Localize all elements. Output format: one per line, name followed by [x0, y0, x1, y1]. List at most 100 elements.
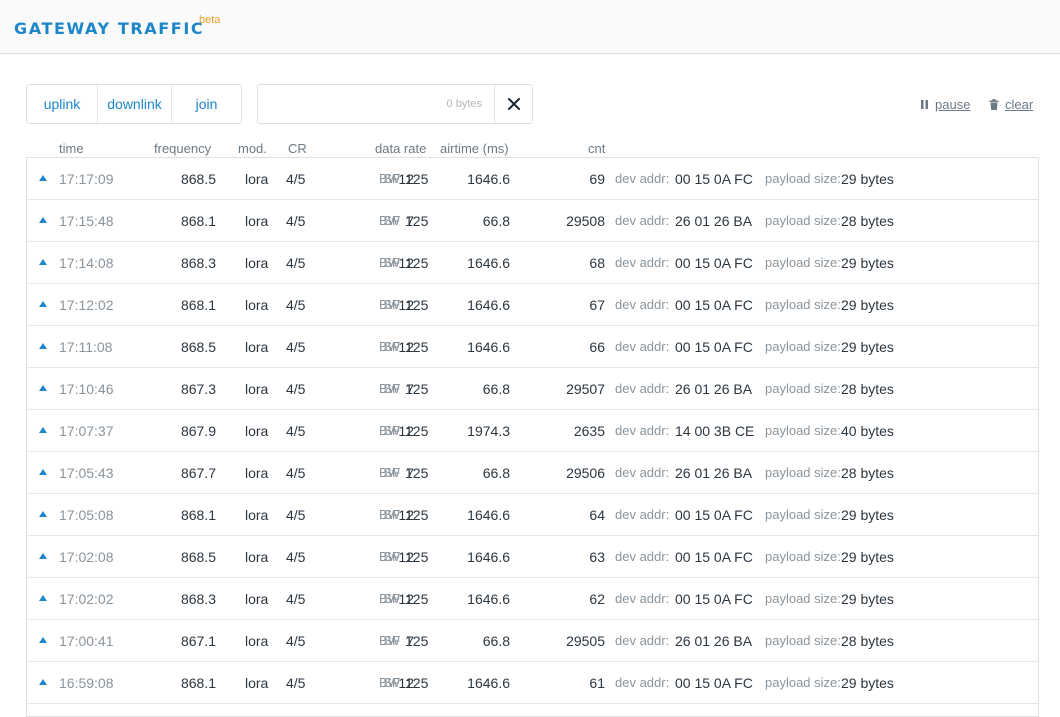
row-dev-addr-label: dev addr: [615, 549, 670, 564]
row-time: 17:15:48 [59, 213, 114, 229]
table-row[interactable]: 17:02:02 868.3 lora 4/5 SF 12 BW 125 1646.6 62 dev… [27, 578, 1038, 620]
table-row[interactable]: 17:05:08 868.1 lora 4/5 SF 12 BW 125 1646.6 64 dev… [27, 494, 1038, 536]
row-coding-rate: 4/5 [286, 381, 306, 397]
row-payload-size-label: payload size: [765, 549, 841, 564]
row-coding-rate: 4/5 [286, 213, 306, 229]
clear-filter-button[interactable] [494, 85, 532, 123]
row-dev-addr-label: dev addr: [615, 213, 670, 228]
row-bw-label: BW [379, 591, 400, 606]
uplink-arrow-icon [39, 343, 47, 349]
table-row[interactable]: 17:17:09 868.5 lora 4/5 SF 12 BW 125 1646.6 69 dev… [27, 158, 1038, 200]
row-payload-size: 29 bytes [841, 171, 894, 187]
column-header-cnt: cnt [588, 141, 606, 156]
table-row[interactable]: 17:02:08 868.5 lora 4/5 SF 12 BW 125 1646.6 63 dev… [27, 536, 1038, 578]
uplink-arrow-icon [39, 679, 47, 685]
table-row[interactable]: 17:14:08 868.3 lora 4/5 SF 12 BW 125 1646.6 68 dev… [27, 242, 1038, 284]
row-dev-addr-label: dev addr: [615, 633, 670, 648]
row-dev-addr-label: dev addr: [615, 507, 670, 522]
row-bw-value: 125 [405, 423, 429, 439]
row-coding-rate: 4/5 [286, 297, 306, 313]
row-modulation: lora [245, 549, 269, 565]
column-header-time: time [59, 141, 84, 156]
row-dev-addr-label: dev addr: [615, 465, 670, 480]
row-payload-size-label: payload size: [765, 633, 841, 648]
row-count: 66 [589, 339, 605, 355]
row-payload-size-label: payload size: [765, 423, 841, 438]
filter-input[interactable]: 0 bytes [257, 84, 533, 124]
uplink-arrow-icon [39, 385, 47, 391]
row-airtime: 66.8 [482, 465, 510, 481]
table-row[interactable]: 17:15:48 868.1 lora 4/5 SF 7 BW 125 66.8 29508 dev… [27, 200, 1038, 242]
row-bw-label: BW [379, 213, 400, 228]
pause-button[interactable]: pause [920, 97, 970, 112]
filter-group: uplink downlink join [26, 84, 242, 124]
row-bw-label: BW [379, 549, 400, 564]
table-row[interactable]: 16:59:08 868.1 lora 4/5 SF 12 BW 125 1646.6 61 dev… [27, 662, 1038, 704]
pause-icon [921, 100, 928, 109]
row-airtime: 1646.6 [467, 339, 510, 355]
row-time: 17:11:08 [59, 339, 113, 355]
row-payload-size: 28 bytes [841, 381, 894, 397]
row-airtime: 66.8 [482, 633, 510, 649]
table-row[interactable]: 17:10:46 867.3 lora 4/5 SF 7 BW 125 66.8 29507 dev… [27, 368, 1038, 410]
row-dev-addr-label: dev addr: [615, 339, 670, 354]
row-payload-size-label: payload size: [765, 591, 841, 606]
row-airtime: 1646.6 [467, 507, 510, 523]
row-time: 17:10:46 [59, 381, 114, 397]
row-dev-addr: 26 01 26 BA [675, 381, 753, 397]
row-coding-rate: 4/5 [286, 591, 306, 607]
row-bw-value: 125 [405, 297, 429, 313]
row-bw-label: BW [379, 297, 400, 312]
table-row[interactable]: 17:07:37 867.9 lora 4/5 SF 12 BW 125 1974.3 2635 d… [27, 410, 1038, 452]
row-airtime: 1646.6 [467, 255, 510, 271]
row-bw-value: 125 [405, 255, 429, 271]
row-bw-value: 125 [405, 171, 429, 187]
row-payload-size: 29 bytes [841, 591, 894, 607]
row-bw-label: BW [379, 507, 400, 522]
row-coding-rate: 4/5 [286, 507, 306, 523]
row-bw-label: BW [379, 423, 400, 438]
table-row[interactable]: 17:11:08 868.5 lora 4/5 SF 12 BW 125 1646.6 66 dev… [27, 326, 1038, 368]
column-header-cr: CR [288, 141, 307, 156]
filter-downlink-button[interactable]: downlink [98, 85, 172, 123]
row-bw-value: 125 [405, 339, 429, 355]
row-dev-addr: 00 15 0A FC [675, 675, 753, 691]
row-modulation: lora [245, 255, 269, 271]
row-frequency: 867.3 [180, 381, 216, 397]
row-dev-addr: 26 01 26 BA [675, 213, 753, 229]
row-dev-addr: 26 01 26 BA [675, 465, 753, 481]
row-airtime: 1646.6 [467, 675, 510, 691]
row-bw-label: BW [379, 255, 400, 270]
row-payload-size: 29 bytes [841, 339, 894, 355]
row-bw-label: BW [379, 465, 400, 480]
row-payload-size: 29 bytes [841, 507, 894, 523]
clear-button[interactable]: clear [989, 97, 1033, 112]
row-coding-rate: 4/5 [286, 255, 306, 271]
beta-badge: beta [199, 14, 221, 26]
table-row[interactable]: 17:05:43 867.7 lora 4/5 SF 7 BW 125 66.8 29506 dev… [27, 452, 1038, 494]
row-frequency: 868.5 [180, 171, 216, 187]
row-bw-label: BW [379, 339, 400, 354]
row-bw-value: 125 [405, 381, 429, 397]
row-dev-addr: 14 00 3B CE [675, 423, 755, 439]
row-dev-addr-label: dev addr: [615, 675, 670, 690]
row-dev-addr: 00 15 0A FC [675, 255, 753, 271]
row-count: 67 [589, 297, 605, 313]
bytes-counter: 0 bytes [446, 98, 482, 110]
uplink-arrow-icon [39, 427, 47, 433]
row-modulation: lora [245, 465, 269, 481]
filter-join-button[interactable]: join [172, 85, 241, 123]
row-modulation: lora [245, 213, 269, 229]
table-row[interactable]: 17:00:41 867.1 lora 4/5 SF 7 BW 125 66.8 29505 dev… [27, 620, 1038, 662]
top-bar: GATEWAY TRAFFIC beta [0, 0, 1060, 54]
row-airtime: 1646.6 [467, 591, 510, 607]
row-time: 17:12:02 [59, 297, 114, 313]
row-frequency: 867.1 [180, 633, 216, 649]
filter-uplink-button[interactable]: uplink [27, 85, 98, 123]
column-header-airtime: airtime (ms) [440, 141, 509, 156]
table-row[interactable]: 17:12:02 868.1 lora 4/5 SF 12 BW 125 1646.6 67 dev… [27, 284, 1038, 326]
row-payload-size-label: payload size: [765, 465, 841, 480]
row-dev-addr: 26 01 26 BA [675, 633, 753, 649]
row-count: 29508 [566, 213, 605, 229]
row-dev-addr: 00 15 0A FC [675, 171, 753, 187]
